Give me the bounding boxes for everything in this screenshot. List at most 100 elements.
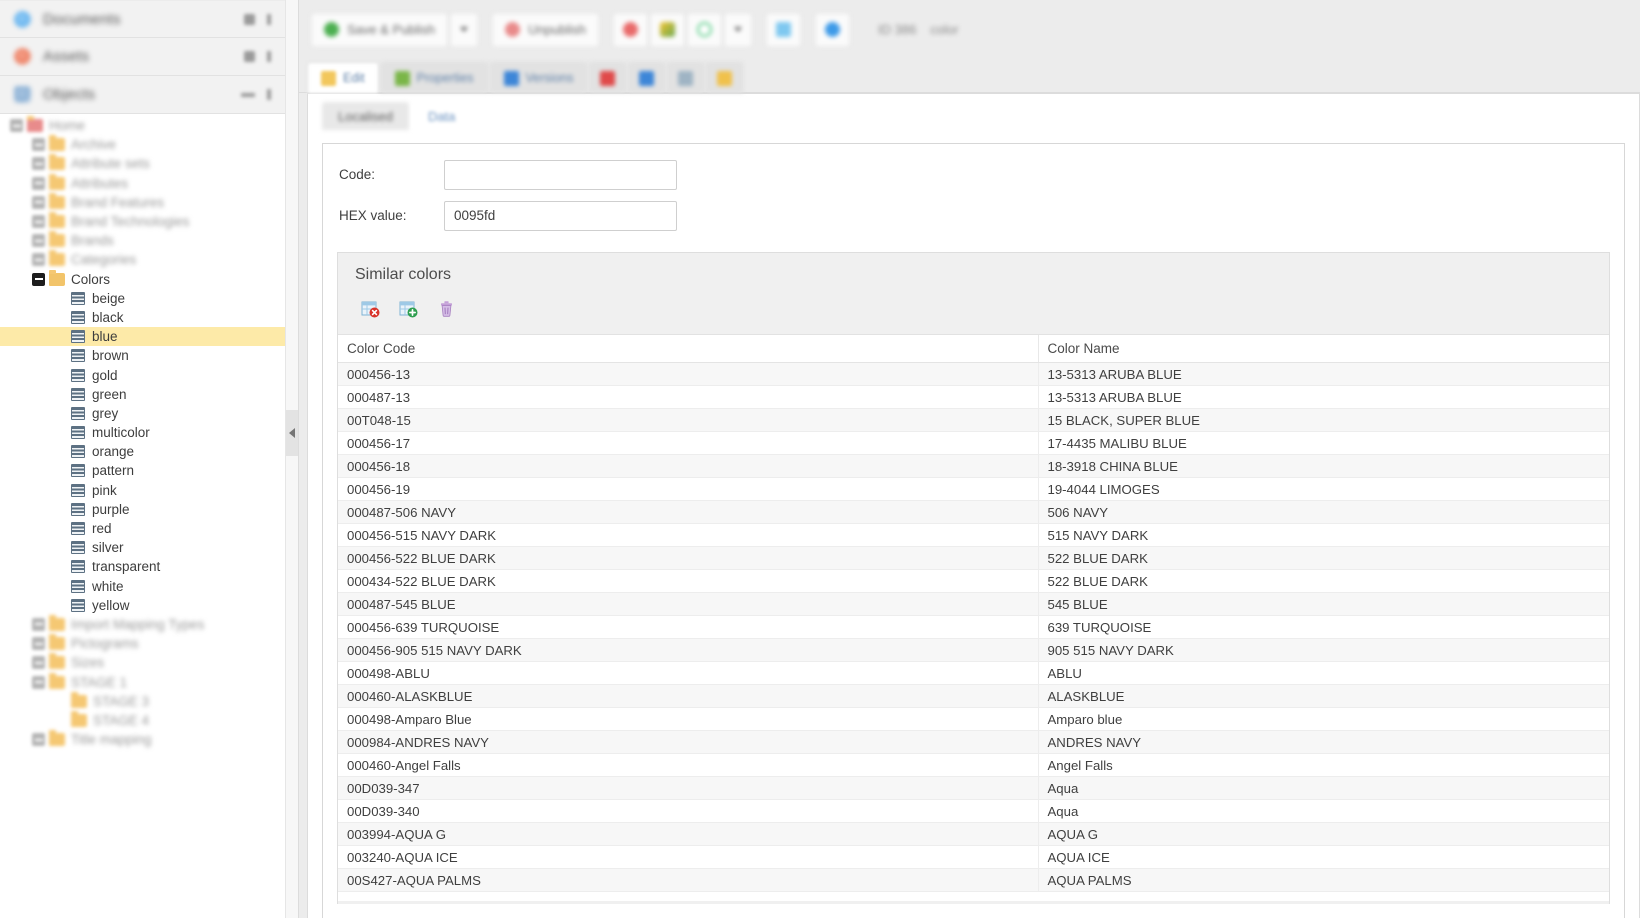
tab-chart[interactable] <box>628 62 665 93</box>
unpublish-button[interactable]: Unpublish <box>492 13 599 47</box>
column-header-color-code[interactable]: Color Code <box>338 335 1038 363</box>
table-row[interactable]: 000456-1919-4044 LIMOGES <box>338 478 1609 501</box>
sub-tab-bar[interactable]: LocalisedData <box>308 94 1639 130</box>
remove-row-button[interactable] <box>354 295 386 323</box>
code-input[interactable] <box>444 160 677 190</box>
dots-icon[interactable] <box>241 93 255 97</box>
save-publish-dropdown-button[interactable] <box>450 13 478 47</box>
tree-folder-pictograms[interactable]: Pictograms <box>0 634 285 653</box>
cell-color-name[interactable]: 18-3918 CHINA BLUE <box>1038 455 1609 478</box>
cell-color-name[interactable]: Angel Falls <box>1038 754 1609 777</box>
table-row[interactable]: 00S427-AQUA PALMSAQUA PALMS <box>338 869 1609 892</box>
tree-folder-colors[interactable]: Colors <box>0 270 285 289</box>
table-row[interactable]: 000456-1818-3918 CHINA BLUE <box>338 455 1609 478</box>
tree-toggle-collapsed[interactable] <box>32 196 45 209</box>
tab-edit[interactable]: Edit <box>307 62 379 93</box>
pin-icon[interactable] <box>244 51 255 62</box>
tree-item-brown[interactable]: brown <box>0 346 285 365</box>
table-row[interactable]: 00D039-347Aqua <box>338 777 1609 800</box>
cell-color-name[interactable]: 522 BLUE DARK <box>1038 570 1609 593</box>
cell-color-name[interactable]: 506 NAVY <box>1038 501 1609 524</box>
cell-color-name[interactable]: 905 515 NAVY DARK <box>1038 639 1609 662</box>
tree-folder-stage-4[interactable]: STAGE 4 <box>0 711 285 730</box>
cell-color-code[interactable]: 000984-ANDRES NAVY <box>338 731 1038 754</box>
tree-item-transparent[interactable]: transparent <box>0 557 285 576</box>
tree-item-grey[interactable]: grey <box>0 404 285 423</box>
tree-toggle-collapsed[interactable] <box>32 676 45 689</box>
tree-folder-attributes[interactable]: Attributes <box>0 174 285 193</box>
subtab-localised[interactable]: Localised <box>322 102 409 130</box>
tree-item-multicolor[interactable]: multicolor <box>0 423 285 442</box>
cell-color-name[interactable]: ALASKBLUE <box>1038 685 1609 708</box>
collapse-icon[interactable] <box>267 51 271 62</box>
table-row[interactable]: 00D039-340Aqua <box>338 800 1609 823</box>
hex-value-input[interactable] <box>444 201 677 231</box>
cell-color-name[interactable]: ANDRES NAVY <box>1038 731 1609 754</box>
accordion-objects[interactable]: Objects <box>0 76 285 114</box>
tree-item-silver[interactable]: silver <box>0 538 285 557</box>
tree-item-purple[interactable]: purple <box>0 500 285 519</box>
cell-color-code[interactable]: 000498-ABLU <box>338 662 1038 685</box>
tree-folder-title-mapping[interactable]: Title mapping <box>0 730 285 749</box>
refresh-button[interactable] <box>687 13 722 47</box>
tree-folder-brand-technologies[interactable]: Brand Technologies <box>0 212 285 231</box>
tree-folder-sizes[interactable]: Sizes <box>0 653 285 672</box>
cell-color-code[interactable]: 003240-AQUA ICE <box>338 846 1038 869</box>
tree-folder-stage-3[interactable]: STAGE 3 <box>0 692 285 711</box>
collapse-icon[interactable] <box>267 89 271 100</box>
tree-item-gold[interactable]: gold <box>0 365 285 384</box>
cell-color-name[interactable]: 13-5313 ARUBA BLUE <box>1038 363 1609 386</box>
tree-toggle-collapsed[interactable] <box>32 177 45 190</box>
tab-properties[interactable]: Properties <box>381 62 488 93</box>
tree-item-beige[interactable]: beige <box>0 289 285 308</box>
save-publish-button[interactable]: Save & Publish <box>311 13 448 47</box>
table-row[interactable]: 000456-515 NAVY DARK515 NAVY DARK <box>338 524 1609 547</box>
table-row[interactable]: 000456-639 TURQUOISE639 TURQUOISE <box>338 616 1609 639</box>
table-row[interactable]: 000434-522 BLUE DARK522 BLUE DARK <box>338 570 1609 593</box>
cell-color-name[interactable]: 15 BLACK, SUPER BLUE <box>1038 409 1609 432</box>
delete-button[interactable] <box>430 295 462 323</box>
tree-folder-brand-features[interactable]: Brand Features <box>0 193 285 212</box>
cell-color-code[interactable]: 000487-506 NAVY <box>338 501 1038 524</box>
cell-color-name[interactable]: 17-4435 MALIBU BLUE <box>1038 432 1609 455</box>
duplicate-button[interactable] <box>650 13 685 47</box>
refresh-dropdown-button[interactable] <box>724 13 752 47</box>
table-row[interactable]: 000460-ALASKBLUEALASKBLUE <box>338 685 1609 708</box>
tree-item-black[interactable]: black <box>0 308 285 327</box>
tree-item-green[interactable]: green <box>0 385 285 404</box>
cell-color-name[interactable]: 13-5313 ARUBA BLUE <box>1038 386 1609 409</box>
tab-versions[interactable]: Versions <box>490 62 588 93</box>
pin-icon[interactable] <box>244 14 255 25</box>
tree-folder-brands[interactable]: Brands <box>0 231 285 250</box>
table-row[interactable]: 003240-AQUA ICEAQUA ICE <box>338 846 1609 869</box>
cell-color-code[interactable]: 000487-545 BLUE <box>338 593 1038 616</box>
cell-color-name[interactable]: 545 BLUE <box>1038 593 1609 616</box>
cell-color-name[interactable]: ABLU <box>1038 662 1609 685</box>
tree-item-yellow[interactable]: yellow <box>0 596 285 615</box>
cell-color-name[interactable]: Amparo blue <box>1038 708 1609 731</box>
table-row[interactable]: 000456-905 515 NAVY DARK905 515 NAVY DAR… <box>338 639 1609 662</box>
accordion-assets[interactable]: Assets <box>0 38 285 76</box>
cell-color-code[interactable]: 00D039-340 <box>338 800 1038 823</box>
cell-color-name[interactable]: Aqua <box>1038 777 1609 800</box>
tree-toggle-collapsed[interactable] <box>32 234 45 247</box>
table-row[interactable]: 000460-Angel FallsAngel Falls <box>338 754 1609 777</box>
cell-color-code[interactable]: 000456-522 BLUE DARK <box>338 547 1038 570</box>
table-row[interactable]: 003994-AQUA GAQUA G <box>338 823 1609 846</box>
sidebar-splitter[interactable] <box>285 0 299 918</box>
cell-color-name[interactable]: AQUA G <box>1038 823 1609 846</box>
cell-color-code[interactable]: 000434-522 BLUE DARK <box>338 570 1038 593</box>
table-row[interactable]: 000984-ANDRES NAVYANDRES NAVY <box>338 731 1609 754</box>
tab-tag[interactable] <box>706 62 743 93</box>
cell-color-code[interactable]: 000487-13 <box>338 386 1038 409</box>
tree-item-orange[interactable]: orange <box>0 442 285 461</box>
column-header-color-name[interactable]: Color Name <box>1038 335 1609 363</box>
cell-color-code[interactable]: 000456-639 TURQUOISE <box>338 616 1038 639</box>
cell-color-name[interactable]: AQUA ICE <box>1038 846 1609 869</box>
cell-color-code[interactable]: 000460-Angel Falls <box>338 754 1038 777</box>
tree-folder-categories[interactable]: Categories <box>0 250 285 269</box>
table-row[interactable]: 000456-522 BLUE DARK522 BLUE DARK <box>338 547 1609 570</box>
tree-folder-archive[interactable]: Archive <box>0 135 285 154</box>
info-button[interactable] <box>815 13 850 47</box>
cell-color-code[interactable]: 000456-515 NAVY DARK <box>338 524 1038 547</box>
